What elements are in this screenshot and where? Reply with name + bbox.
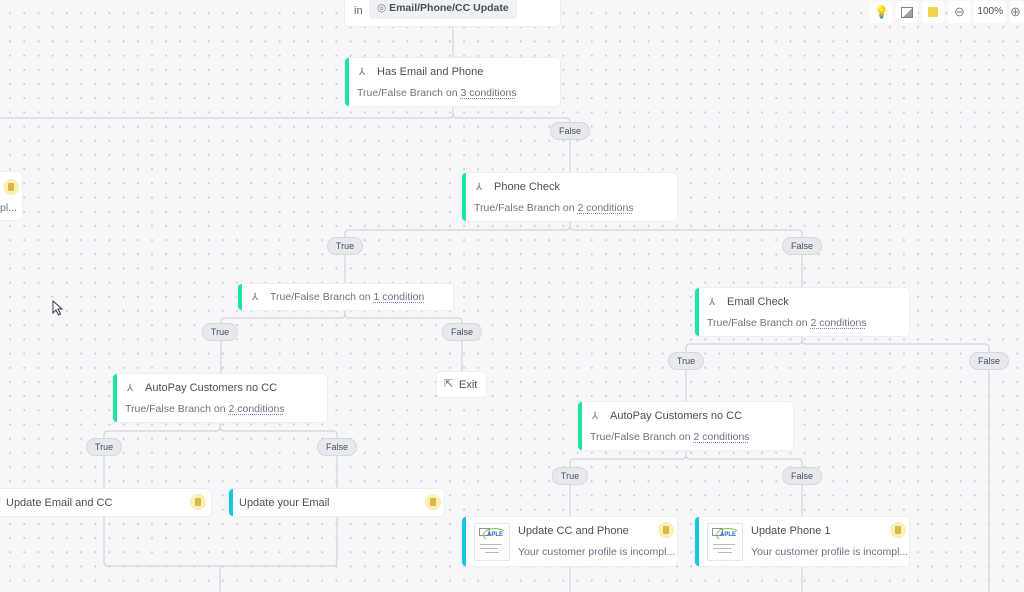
node-title: Update Email and CC xyxy=(6,497,113,509)
branch-label-true: True xyxy=(85,438,123,456)
lightbulb-icon[interactable]: 💡 xyxy=(870,1,893,23)
exit-label: Exit xyxy=(459,379,478,391)
node-subtitle: True/False Branch on xyxy=(590,431,694,443)
branch-label-false: False xyxy=(549,122,591,140)
email-thumbnail: APLE xyxy=(474,523,510,561)
connector xyxy=(219,426,338,488)
node-subtitle: True/False Branch on xyxy=(270,291,374,303)
branch-label-true: True xyxy=(326,237,364,255)
doc-badge-icon xyxy=(425,494,441,510)
canvas-toolbar: 💡 ⊖ 100% ⊕ xyxy=(870,0,1024,24)
node-title: AutoPay Customers no CC xyxy=(145,382,278,394)
branch-icon: ⅄ xyxy=(709,297,716,308)
node-subtitle: True/False Branch on xyxy=(707,317,811,329)
trigger-node[interactable]: in ◎ Email/Phone/CC Update xyxy=(345,0,560,26)
conditions-link[interactable]: 3 conditions xyxy=(461,87,517,99)
doc-badge-icon xyxy=(3,179,19,195)
connector xyxy=(103,516,338,567)
connector xyxy=(220,310,346,374)
exit-icon: ⇱ xyxy=(444,378,454,390)
node-title: Email Check xyxy=(727,296,789,308)
connector xyxy=(0,106,454,119)
branch-label-false: False xyxy=(441,323,483,341)
message-node-update-email-cc[interactable]: Update Email and CC xyxy=(0,489,211,516)
segment-icon: ◎ xyxy=(377,2,390,14)
doc-badge-icon xyxy=(890,522,906,538)
node-title: Has Email and Phone xyxy=(377,66,484,78)
node-title: Update CC and Phone xyxy=(518,525,629,537)
node-subtitle: True/False Branch on xyxy=(125,403,229,415)
conditions-link[interactable]: 2 conditions xyxy=(578,202,634,214)
connector xyxy=(569,450,687,516)
connector xyxy=(685,454,803,516)
branch-label-false: False xyxy=(781,467,823,485)
node-title: AutoPay Customers no CC xyxy=(610,410,743,422)
segment-chip[interactable]: ◎ Email/Phone/CC Update xyxy=(369,0,517,19)
branch-icon: ⅄ xyxy=(592,411,599,422)
branch-label-false: False xyxy=(781,237,823,255)
branch-label-true: True xyxy=(551,467,589,485)
segment-name: Email/Phone/CC Update xyxy=(389,2,509,14)
sticky-note-icon[interactable] xyxy=(922,1,945,23)
connector xyxy=(452,113,571,172)
connector xyxy=(569,225,803,288)
message-node-update-your-email[interactable]: Update your Email xyxy=(229,489,444,516)
conditions-link[interactable]: 2 conditions xyxy=(229,403,285,415)
condition-node-has-email-and-phone[interactable]: ⅄ Has Email and Phone True/False Branch o… xyxy=(345,58,560,106)
message-node-partial[interactable]: pl... xyxy=(0,172,22,220)
mouse-cursor-icon xyxy=(52,300,64,316)
connector xyxy=(685,336,803,402)
zoom-out-icon[interactable]: ⊖ xyxy=(948,1,971,23)
node-preview: pl... xyxy=(0,202,17,214)
connector xyxy=(344,222,571,286)
image-icon[interactable] xyxy=(896,1,919,23)
branch-label-false: False xyxy=(968,352,1010,370)
doc-badge-icon xyxy=(190,494,206,510)
branch-icon: ⅄ xyxy=(127,383,134,394)
conditions-link[interactable]: 2 conditions xyxy=(694,431,750,443)
message-node-update-phone-1[interactable]: APLE Update Phone 1 Your customer profil… xyxy=(695,517,909,566)
connector xyxy=(103,422,221,488)
conditions-link[interactable]: 2 conditions xyxy=(811,317,867,329)
node-title: Update Phone 1 xyxy=(751,525,831,537)
condition-node-autopay-right[interactable]: ⅄ AutoPay Customers no CC True/False Bran… xyxy=(578,402,793,450)
condition-node-phone-check[interactable]: ⅄ Phone Check True/False Branch on 2 cond… xyxy=(462,173,677,221)
branch-label-true: True xyxy=(667,352,705,370)
node-subtitle: True/False Branch on xyxy=(357,87,461,99)
branch-icon: ⅄ xyxy=(476,182,483,193)
condition-node-one-condition[interactable]: ⅄ True/False Branch on 1 condition xyxy=(238,284,453,310)
exit-node[interactable]: ⇱ Exit xyxy=(437,372,486,397)
trigger-prefix: in xyxy=(354,5,363,17)
branch-icon: ⅄ xyxy=(252,292,259,303)
branch-label-false: False xyxy=(316,438,358,456)
condition-node-email-check[interactable]: ⅄ Email Check True/False Branch on 2 cond… xyxy=(695,288,909,336)
condition-node-autopay-left[interactable]: ⅄ AutoPay Customers no CC True/False Bran… xyxy=(113,374,327,422)
node-title: Phone Check xyxy=(494,181,561,193)
conditions-link[interactable]: 1 condition xyxy=(374,291,425,303)
doc-badge-icon xyxy=(658,522,674,538)
node-preview: Your customer profile is incompl... xyxy=(751,546,909,558)
branch-icon: ⅄ xyxy=(359,67,366,78)
zoom-in-icon[interactable]: ⊕ xyxy=(1010,1,1024,23)
email-thumbnail: APLE xyxy=(707,523,743,561)
branch-label-true: True xyxy=(201,323,239,341)
node-preview: Your customer profile is incompl... xyxy=(518,546,676,558)
node-title: Update your Email xyxy=(239,497,330,509)
message-node-update-cc-phone[interactable]: APLE Update CC and Phone Your customer p… xyxy=(462,517,677,566)
zoom-level: 100% xyxy=(974,1,1006,23)
node-subtitle: True/False Branch on xyxy=(474,202,578,214)
connector xyxy=(344,313,463,372)
